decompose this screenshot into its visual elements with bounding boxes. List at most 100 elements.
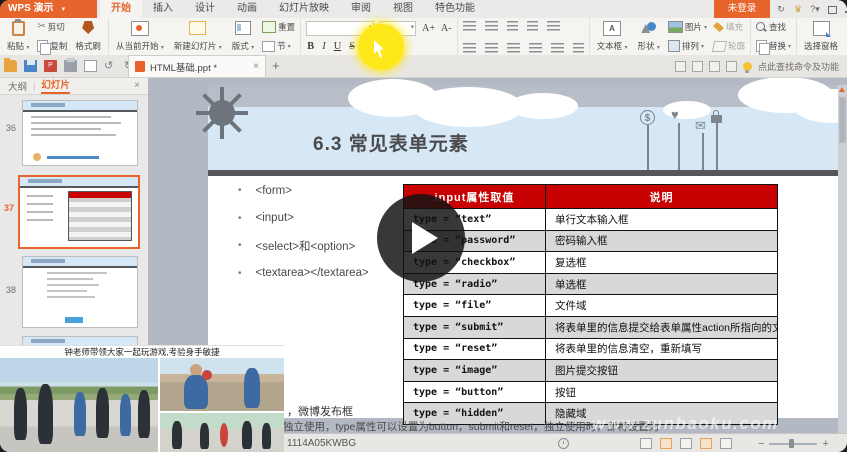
underline-button[interactable]: U [333,41,343,52]
align-left-icon[interactable] [463,43,476,53]
notes-icon[interactable] [720,438,732,449]
slide-title: 6.3 常见表单元素 [313,129,469,156]
play-from-current-button[interactable]: 从当前开始 ▾ [114,21,166,52]
zoom-slider[interactable] [769,443,817,445]
fill-button[interactable]: 填充 [713,21,745,33]
format-painter-button[interactable]: 格式刷 [73,21,103,52]
align-center-icon[interactable] [485,43,498,53]
layout-button[interactable]: 版式 ▾ [230,21,256,52]
reading-view-icon[interactable] [680,438,692,449]
shapes-button[interactable]: 形状 ▾ [636,21,662,52]
bold-button[interactable]: B [306,41,315,52]
align-right-icon[interactable] [507,43,520,53]
member-icon[interactable]: ♛ [793,4,803,14]
sync-icon[interactable]: ↻ [776,4,786,14]
vertical-scrollbar[interactable] [838,85,847,433]
zoom-out-icon[interactable]: − [758,439,764,449]
export-pdf-icon[interactable]: P [44,60,57,72]
distribute-icon[interactable] [551,43,564,53]
paste-button[interactable]: 粘贴 ▾ [5,21,31,52]
table-row: type = “image” 图片提交按钮 [404,360,778,382]
video-play-button[interactable] [377,194,465,282]
italic-button[interactable]: I [321,41,327,52]
scrollbar-thumb[interactable] [839,97,846,143]
arrange-button[interactable]: 排列 ▾ [668,40,707,52]
thumb-text-line [47,290,87,292]
new-document-tab-button[interactable]: + [272,58,280,73]
tab-outline[interactable]: 大纲 [8,79,27,93]
view-switcher [640,438,732,449]
ribbon-collapse-icon[interactable] [827,4,837,14]
outline-button[interactable]: 轮廓 [713,40,745,52]
document-tab[interactable]: HTML基础.ppt * × [128,55,266,77]
slide-thumbnail-38[interactable] [22,256,138,328]
slide-sorter-icon[interactable] [660,438,672,449]
close-document-icon[interactable]: × [253,61,259,72]
print-preview-icon[interactable] [84,60,97,72]
bullet-list-icon[interactable] [463,21,476,31]
selection-pane-button[interactable]: 选择窗格 [802,21,840,52]
flag-icon[interactable] [726,61,737,72]
cut-button[interactable]: ✂剪切 [37,21,67,33]
textbox-button[interactable]: A 文本框 ▾ [595,21,630,52]
table-row: type = “submit” 将表单里的信息提交给表单属性action所指向的… [404,316,778,338]
print-icon[interactable] [64,60,77,72]
shrink-font-button[interactable]: A- [441,23,452,34]
undo-icon[interactable]: ↺ [104,60,117,72]
ribbon-tab[interactable]: 特色功能 [424,0,486,18]
arrange-icon [668,40,680,52]
columns-icon[interactable] [573,43,584,53]
zoom-in-icon[interactable]: + [822,439,828,449]
description-cell: 文件域 [546,295,778,317]
grow-font-button[interactable]: A+ [422,23,435,34]
thumb-submit-button [65,317,83,323]
ribbon-tab[interactable]: 视图 [382,0,424,18]
wps-app-menu[interactable]: WPS 演示▾ [0,0,97,18]
justify-icon[interactable] [529,43,542,53]
find-button[interactable]: 查找 [756,21,791,33]
tab-slides[interactable]: 幻灯片 [41,77,70,94]
normal-view-icon[interactable] [640,438,652,449]
table-row: type = “radio” 单选框 [404,273,778,295]
close-pane-icon[interactable]: × [134,80,140,91]
save-icon[interactable] [24,60,37,72]
slideshow-icon[interactable] [700,438,712,449]
skin-icon[interactable] [675,61,686,72]
slide-thumbnail-36[interactable] [22,100,138,166]
ribbon-tab[interactable]: 审阅 [340,0,382,18]
scroll-up-icon[interactable] [839,87,845,92]
replace-button[interactable]: 替换 ▾ [756,40,791,52]
sun-icon [196,87,248,139]
slides-group: 从当前开始 ▾ 新建幻灯片 ▾ 版式 ▾ 重置 节 ▾ [109,18,301,55]
zoom-slider-knob[interactable] [789,439,794,448]
ribbon-tab[interactable]: 设计 [184,0,226,18]
line-spacing-icon[interactable] [547,21,560,31]
login-button[interactable]: 未登录 [714,0,770,18]
decrease-indent-icon[interactable] [507,21,518,31]
ribbon-tab[interactable]: 幻灯片放映 [268,0,340,18]
help-icon[interactable]: ?▾ [810,4,820,14]
ribbon-tab[interactable]: 开始 [100,0,142,18]
slide-thumbnail-37-selected[interactable] [18,175,140,249]
layout-switch-icon[interactable] [692,61,703,72]
copy-button[interactable]: 复制 [37,40,67,52]
ppt-file-icon [135,61,145,72]
command-search-hint[interactable]: 点此查找命令及功能 [758,60,839,73]
numbered-list-icon[interactable] [485,21,498,31]
slide-canvas[interactable]: $ ♥ ✉ 6.3 常见表单元素 <form><input><select>和<… [208,85,847,418]
selection-pane-icon [813,21,830,36]
increase-indent-icon[interactable] [527,21,538,31]
section-button[interactable]: 节 ▾ [262,40,295,52]
ribbon-tab[interactable]: 动画 [226,0,268,18]
feedback-icon[interactable] [709,61,720,72]
attribute-value-cell: type = “submit” [404,316,546,338]
new-slide-button[interactable]: 新建幻灯片 ▾ [172,21,224,52]
lock-icon [711,115,722,123]
ribbon-tab[interactable]: 插入 [142,0,184,18]
picture-button[interactable]: 图片 ▾ [668,21,707,33]
open-file-icon[interactable] [4,60,17,72]
clipboard-group: 粘贴 ▾ ✂剪切 复制 格式刷 [0,18,109,55]
cloud-shape [413,87,523,127]
strikethrough-button[interactable]: S [348,41,356,52]
reset-button[interactable]: 重置 [262,21,295,33]
